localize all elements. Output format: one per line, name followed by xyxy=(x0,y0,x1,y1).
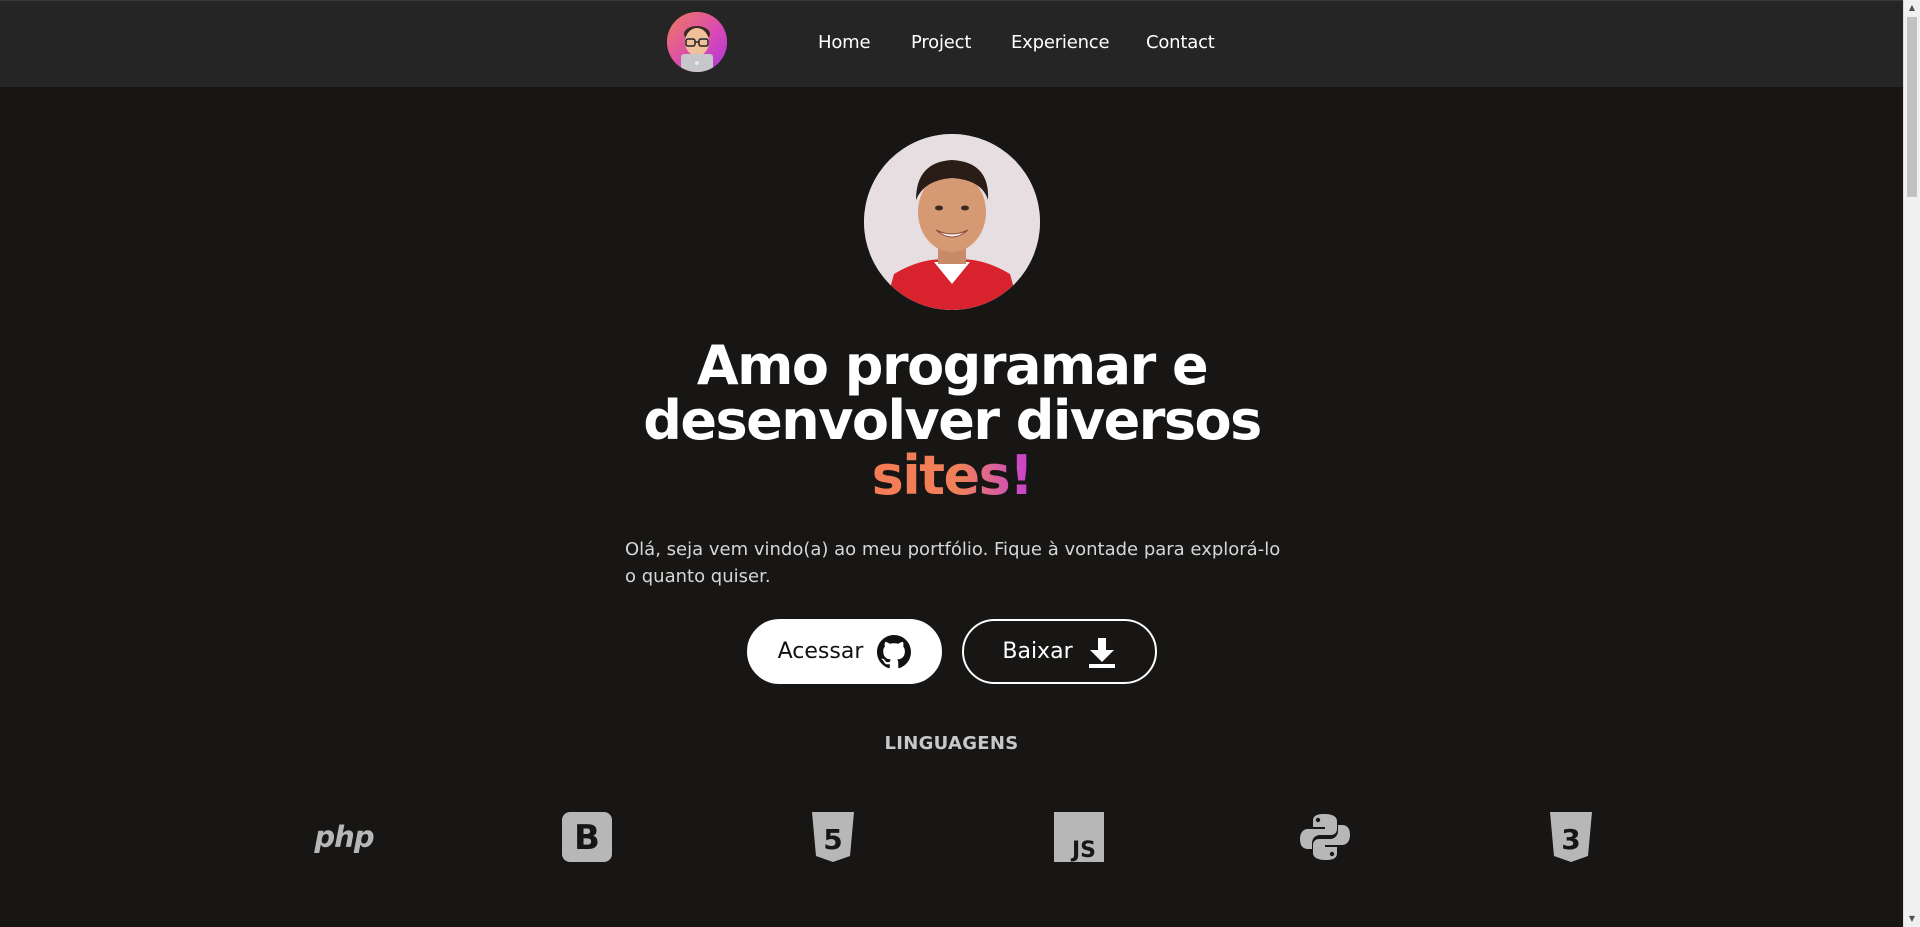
intro-text: Olá, seja vem vindo(a) ao meu portfólio.… xyxy=(625,539,1281,587)
hero-headline: Amo programar e desenvolver diversos sit… xyxy=(560,338,1344,503)
php-icon: php xyxy=(314,812,374,862)
headline-line-2: desenvolver diversos xyxy=(643,389,1262,452)
nav-project[interactable]: Project xyxy=(911,32,971,53)
download-icon xyxy=(1088,637,1115,668)
svg-text:B: B xyxy=(574,818,600,858)
html5-icon: 5 xyxy=(808,812,858,862)
headline-line-1: Amo programar e xyxy=(696,334,1209,397)
javascript-icon: JS xyxy=(1054,812,1104,862)
download-button-label: Baixar xyxy=(1002,639,1073,664)
scrollbar-thumb[interactable] xyxy=(1907,17,1917,197)
python-icon xyxy=(1300,812,1350,862)
profile-photo-image xyxy=(864,134,1040,310)
python-icon-svg xyxy=(1300,814,1350,860)
svg-text:JS: JS xyxy=(1070,838,1096,862)
nav-experience[interactable]: Experience xyxy=(1011,32,1110,53)
access-github-button[interactable]: Acessar xyxy=(747,619,942,684)
scroll-up-arrow-icon[interactable]: ▲ xyxy=(1907,1,1917,15)
svg-text:3: 3 xyxy=(1561,823,1580,856)
scroll-down-arrow-icon[interactable]: ▼ xyxy=(1907,912,1917,926)
css3-icon-svg: 3 xyxy=(1550,812,1592,862)
profile-photo xyxy=(864,134,1040,310)
headline-highlight: sites! xyxy=(871,444,1034,507)
nav-home[interactable]: Home xyxy=(818,32,871,53)
github-icon xyxy=(877,634,912,668)
main-nav: Home Project Experience Contact xyxy=(0,32,1903,56)
navbar: Home Project Experience Contact xyxy=(0,0,1903,87)
svg-text:5: 5 xyxy=(823,823,842,856)
languages-title: LINGUAGENS xyxy=(884,733,1019,754)
javascript-icon-svg: JS xyxy=(1054,812,1104,862)
page-scrollbar[interactable]: ▲ ▼ xyxy=(1903,0,1920,927)
php-label: php xyxy=(314,820,374,854)
bootstrap-icon-svg: B xyxy=(562,812,612,862)
css3-icon: 3 xyxy=(1546,812,1596,862)
page: Home Project Experience Contact Amo prog… xyxy=(0,0,1920,927)
download-cv-button[interactable]: Baixar xyxy=(962,619,1157,684)
access-button-label: Acessar xyxy=(777,639,864,664)
bootstrap-icon: B xyxy=(562,812,612,862)
nav-contact[interactable]: Contact xyxy=(1146,32,1215,53)
html5-icon-svg: 5 xyxy=(812,812,854,862)
